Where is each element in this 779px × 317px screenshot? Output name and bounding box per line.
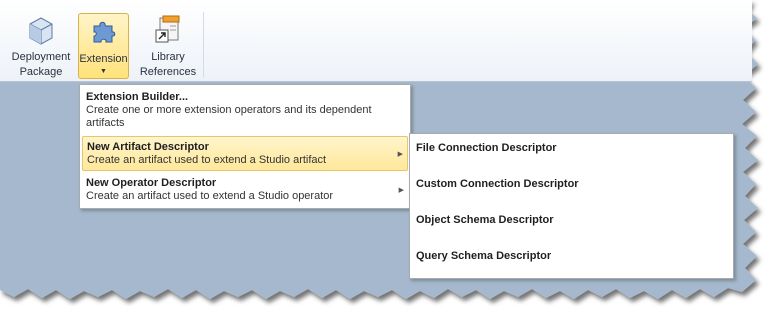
menu-item-query-schema-descriptor[interactable]: Query Schema Descriptor [416, 249, 551, 263]
ribbon-separator [203, 12, 204, 78]
menu-item-file-connection-descriptor[interactable]: File Connection Descriptor [416, 141, 557, 155]
deployment-package-icon [29, 17, 53, 45]
library-references-label-1: Library [151, 51, 185, 63]
extension-button[interactable]: Extension ▼ [78, 13, 129, 79]
ribbon-bar: Deployment Package Extension ▼ Library R… [0, 0, 752, 82]
library-references-label-2: References [139, 66, 197, 78]
menu-item-title: Extension Builder... [86, 91, 189, 103]
extension-label: Extension [79, 53, 128, 65]
puzzle-piece-icon [93, 21, 115, 43]
chevron-down-icon: ▼ [100, 68, 107, 75]
extension-menu: Extension Builder... Create one or more … [79, 84, 411, 209]
deployment-package-label-1: Deployment [11, 51, 71, 63]
artifact-descriptor-submenu: File Connection Descriptor Custom Connec… [409, 133, 734, 279]
chevron-right-icon: ▶ [397, 151, 403, 158]
library-references-button[interactable]: Library References [137, 12, 199, 80]
library-references-icon [155, 15, 180, 43]
menu-item-new-artifact-descriptor[interactable]: New Artifact Descriptor Create an artifa… [82, 136, 408, 171]
menu-item-desc: Create an artifact used to extend a Stud… [86, 190, 334, 202]
menu-item-object-schema-descriptor[interactable]: Object Schema Descriptor [416, 213, 554, 227]
chevron-right-icon: ▶ [398, 187, 404, 194]
menu-item-custom-connection-descriptor[interactable]: Custom Connection Descriptor [416, 177, 579, 191]
menu-item-title: New Operator Descriptor [86, 177, 217, 189]
deployment-package-button[interactable]: Deployment Package [8, 12, 74, 80]
menu-item-desc: Create one or more extension operators a… [86, 104, 372, 129]
menu-item-title: New Artifact Descriptor [87, 141, 209, 153]
menu-item-new-operator-descriptor[interactable]: New Operator Descriptor Create an artifa… [82, 173, 408, 207]
menu-item-desc: Create an artifact used to extend a Stud… [87, 154, 327, 166]
menu-item-extension-builder[interactable]: Extension Builder... Create one or more … [82, 87, 408, 135]
deployment-package-label-2: Package [19, 66, 63, 78]
